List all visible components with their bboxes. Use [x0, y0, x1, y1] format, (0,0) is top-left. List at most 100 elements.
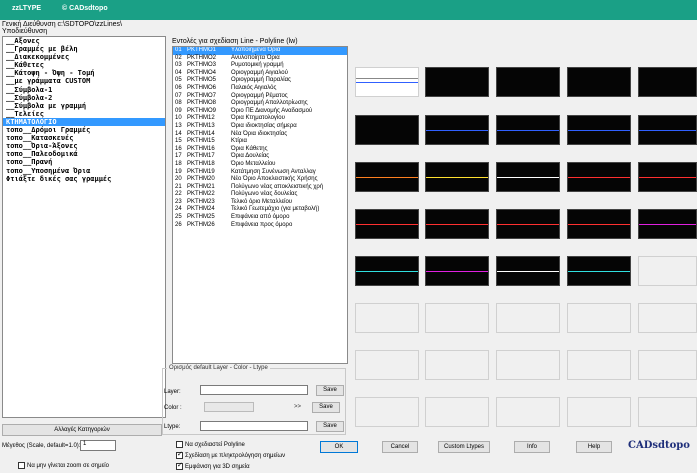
command-row[interactable]: 18 PKTHM18 Όριο Μεταλλείου: [173, 161, 347, 169]
linetype-preview-cell[interactable]: [638, 162, 697, 192]
category-item[interactable]: τοπο__Όρια-Άξονες: [3, 142, 165, 150]
keyboard-points-checkbox[interactable]: Σχεδίαση με πληκτρολόγηση σημείων: [176, 450, 285, 459]
command-row[interactable]: 09 PKTHMO9 Όριο ΠΕ Διανομής Αναδασμού: [173, 108, 347, 116]
category-item[interactable]: Φτιάξτε δικές σας γραμμές: [3, 175, 165, 183]
linetype-preview-cell[interactable]: [425, 67, 489, 97]
category-item[interactable]: __Κάθετες: [3, 61, 165, 69]
linetype-preview-cell[interactable]: [638, 256, 697, 286]
linetype-preview-cell[interactable]: [496, 209, 560, 239]
polyline-checkbox-box[interactable]: [176, 441, 183, 448]
category-item[interactable]: __Σύμβολα με γραμμή: [3, 102, 165, 110]
ok-button[interactable]: OK: [320, 441, 358, 453]
category-list[interactable]: __Αξονες __Γραμμές με βέλη __Διακεκομμένες…: [2, 36, 166, 418]
ltype-field[interactable]: [200, 421, 308, 431]
category-item[interactable]: __Αξονες: [3, 37, 165, 45]
linetype-preview-cell[interactable]: [355, 303, 419, 333]
linetype-preview-cell[interactable]: [355, 256, 419, 286]
linetype-preview-cell[interactable]: [496, 397, 560, 427]
color-swatch[interactable]: [204, 402, 254, 412]
linetype-preview-cell[interactable]: [567, 209, 631, 239]
command-list[interactable]: 01 PKTHMO1 Υλοποιημένα Όρια 02 PKTHMO2 Ανυλοπ…: [172, 46, 348, 364]
linetype-preview-cell[interactable]: [355, 209, 419, 239]
zoom-checkbox-box[interactable]: [18, 462, 25, 469]
linetype-preview-cell[interactable]: [496, 256, 560, 286]
linetype-preview-cell[interactable]: [638, 397, 697, 427]
command-row[interactable]: 05 PKTHMO5 Οριογραμμή Παραλίας: [173, 77, 347, 85]
category-item[interactable]: τοπο__Υποσημένα Όρια: [3, 167, 165, 175]
linetype-preview-cell[interactable]: [425, 115, 489, 145]
category-item[interactable]: τοπο__Δρόμοι Γραμμές: [3, 126, 165, 134]
linetype-preview-cell[interactable]: [496, 303, 560, 333]
3d-points-checkbox[interactable]: Εμφάνιση για 3D σημεία: [176, 461, 250, 470]
category-item[interactable]: __Διακεκομμένες: [3, 53, 165, 61]
command-row[interactable]: 10 PKTHM12 Όρια Κτηματολογίου: [173, 115, 347, 123]
linetype-preview-cell[interactable]: [425, 397, 489, 427]
cancel-button[interactable]: Cancel: [382, 441, 418, 453]
linetype-preview-cell[interactable]: [638, 303, 697, 333]
custom-ltypes-button[interactable]: Custom Ltypes: [438, 441, 490, 453]
ltype-save-button[interactable]: Save: [316, 421, 344, 432]
linetype-preview-cell[interactable]: [496, 162, 560, 192]
command-row[interactable]: 14 PKTHM14 Νέα Όρια ιδιοκτησίας: [173, 131, 347, 139]
linetype-preview-cell[interactable]: [638, 115, 697, 145]
command-row[interactable]: 13 PKTHM13 Όρια ιδιοκτησίας σήμερα: [173, 123, 347, 131]
command-row[interactable]: 06 PKTHMO6 Παλαιός Αιγιαλός: [173, 85, 347, 93]
category-item[interactable]: ΚΤΗΜΑΤΟΛΟΓΙΟ: [3, 117, 165, 127]
linetype-preview-cell[interactable]: [425, 162, 489, 192]
scale-input[interactable]: 1: [80, 440, 116, 451]
category-item[interactable]: __Σύμβολα-1: [3, 86, 165, 94]
linetype-preview-cell[interactable]: [567, 350, 631, 380]
category-item[interactable]: __Τελείες: [3, 110, 165, 118]
category-item[interactable]: __Γραμμές με βέλη: [3, 45, 165, 53]
linetype-preview-cell[interactable]: [355, 67, 419, 97]
linetype-preview-cell[interactable]: [638, 209, 697, 239]
linetype-preview-cell[interactable]: [425, 303, 489, 333]
linetype-preview-cell[interactable]: [355, 115, 419, 145]
linetype-preview-cell[interactable]: [355, 162, 419, 192]
command-row[interactable]: 20 PKTHM20 Νέο Όριο Αποκλειστικής Χρήσης: [173, 176, 347, 184]
help-button[interactable]: Help: [576, 441, 612, 453]
linetype-preview-cell[interactable]: [567, 162, 631, 192]
color-save-button[interactable]: Save: [312, 402, 340, 413]
linetype-preview-cell[interactable]: [567, 115, 631, 145]
command-row[interactable]: 24 PKTHM24 Τελικό Γεωτεμάχιο (για μεταβολή…: [173, 206, 347, 214]
command-row[interactable]: 03 PKTHMO3 Ρυμοτομική γραμμή: [173, 62, 347, 70]
keyboard-points-checkbox-box[interactable]: [176, 450, 183, 459]
zoom-checkbox[interactable]: Να μην γίνεται zoom σε σημείο: [18, 462, 109, 469]
command-row[interactable]: 08 PKTHMO8 Οριογραμμή Απαλλοτρίωσης: [173, 100, 347, 108]
linetype-preview-cell[interactable]: [567, 67, 631, 97]
linetype-preview-cell[interactable]: [425, 209, 489, 239]
linetype-preview-cell[interactable]: [638, 350, 697, 380]
category-item[interactable]: τοπο__Παλεοδομικά: [3, 150, 165, 158]
command-row[interactable]: 19 PKTHM19 Κατάτμηση Συνένωση Ανταλλαγ: [173, 169, 347, 177]
category-item[interactable]: __Κάτοψη - Όψη - Τομή: [3, 69, 165, 77]
linetype-preview-cell[interactable]: [425, 256, 489, 286]
linetype-preview-cell[interactable]: [496, 350, 560, 380]
command-row[interactable]: 22 PKTHM22 Πολύγωνο νέας δουλείας: [173, 191, 347, 199]
linetype-preview-cell[interactable]: [567, 397, 631, 427]
layer-save-button[interactable]: Save: [316, 385, 344, 396]
change-categories-button[interactable]: Αλλαγές Κατηγοριών: [2, 424, 162, 436]
command-row[interactable]: 15 PKTHM15 Κτίρια: [173, 138, 347, 146]
polyline-checkbox[interactable]: Να σχεδιαστεί Polyline: [176, 441, 245, 448]
category-item[interactable]: __με γράμματα CUSTOM: [3, 77, 165, 85]
linetype-preview-cell[interactable]: [567, 303, 631, 333]
linetype-preview-cell[interactable]: [638, 67, 697, 97]
linetype-preview-cell[interactable]: [425, 350, 489, 380]
command-row[interactable]: 16 PKTHM16 Όρια Κάθετης: [173, 146, 347, 154]
command-row[interactable]: 25 PKTHM25 Επιφάνεια από όμορο: [173, 214, 347, 222]
category-item[interactable]: __Σύμβολα-2: [3, 94, 165, 102]
linetype-preview-cell[interactable]: [567, 256, 631, 286]
linetype-preview-cell[interactable]: [496, 115, 560, 145]
linetype-preview-cell[interactable]: [355, 350, 419, 380]
command-row[interactable]: 26 PKTHM26 Επιφάνεια προς όμορο: [173, 222, 347, 230]
linetype-preview-cell[interactable]: [496, 67, 560, 97]
category-item[interactable]: τοπο__Κατασκευές: [3, 134, 165, 142]
command-row[interactable]: 01 PKTHMO1 Υλοποιημένα Όρια: [173, 47, 347, 55]
layer-field[interactable]: [200, 385, 308, 395]
category-item[interactable]: τοπο__Πρανή: [3, 158, 165, 166]
linetype-preview-cell[interactable]: [355, 397, 419, 427]
info-button[interactable]: Info: [514, 441, 550, 453]
command-row[interactable]: 17 PKTHM17 Όρια Δουλείας: [173, 153, 347, 161]
3d-points-checkbox-box[interactable]: [176, 461, 183, 470]
